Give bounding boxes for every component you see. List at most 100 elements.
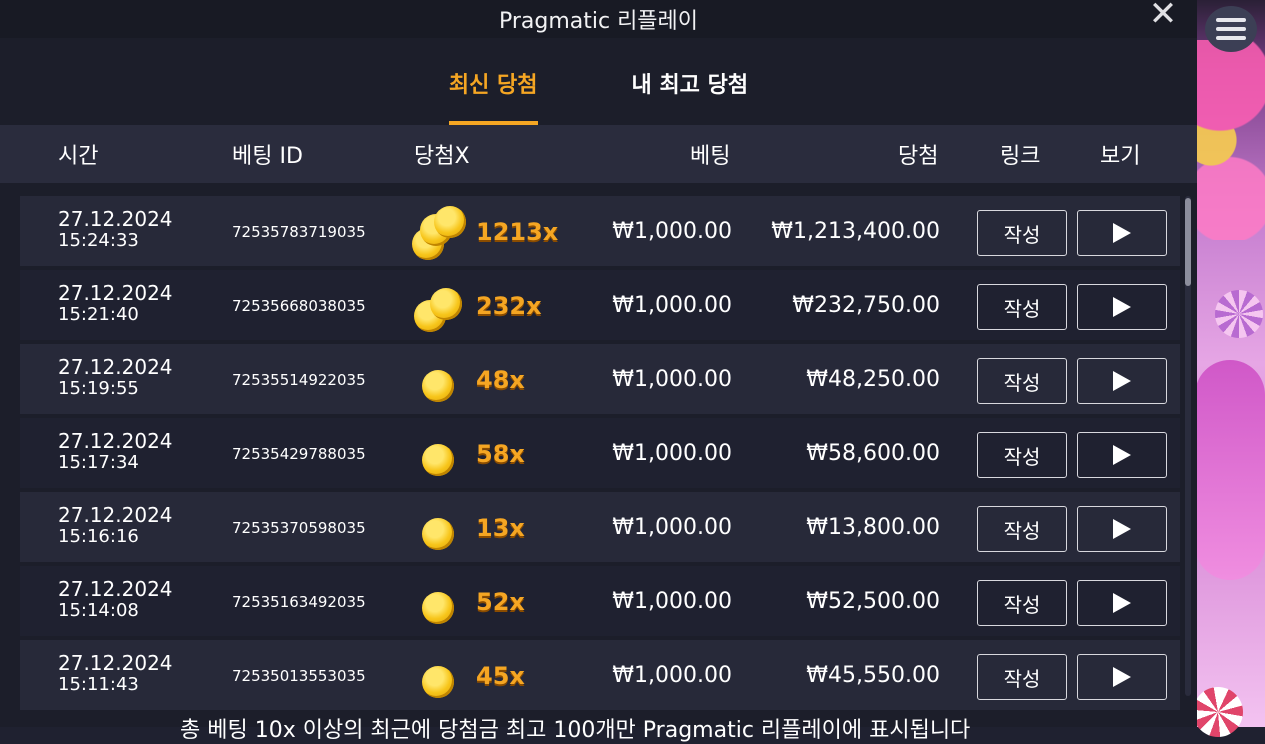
row-multiplier: 45x [476,662,525,690]
play-replay-button[interactable] [1077,358,1167,404]
row-time: 15:11:43 [58,674,139,695]
coin-icon [422,592,454,624]
modal-titlebar: Pragmatic 리플레이 ✕ [0,0,1197,38]
background-game-art [1175,0,1265,737]
row-win-amount: ₩58,600.00 [806,441,940,466]
row-time: 15:21:40 [58,304,139,325]
table-row: 27.12.2024 15:19:55 72535514922035 48x ₩1,00… [20,344,1180,414]
play-replay-button[interactable] [1077,432,1167,478]
row-time: 15:24:33 [58,230,139,251]
row-date: 27.12.2024 [58,355,173,379]
play-icon [1113,297,1131,317]
row-bet-amount: ₩1,000.00 [612,663,732,688]
menu-button[interactable] [1205,6,1257,52]
table-row: 27.12.2024 15:11:43 72535013553035 45x ₩1,00… [20,640,1180,710]
row-bet-id: 72535370598035 [232,519,366,537]
row-bet-id: 72535429788035 [232,445,366,463]
play-replay-button[interactable] [1077,284,1167,330]
table-row: 27.12.2024 15:16:16 72535370598035 13x ₩1,00… [20,492,1180,562]
create-link-button[interactable]: 작성 [977,210,1067,256]
row-multiplier: 48x [476,366,525,394]
row-date: 27.12.2024 [58,207,173,231]
tab-latest-wins[interactable]: 최신 당첨 [448,67,538,125]
table-row: 27.12.2024 15:17:34 72535429788035 58x ₩1,00… [20,418,1180,488]
row-bet-amount: ₩1,000.00 [612,293,732,318]
row-bet-amount: ₩1,000.00 [612,219,732,244]
modal-title: Pragmatic 리플레이 [498,9,699,34]
table-body: 27.12.2024 15:24:33 72535783719035 1213x ₩1,… [20,196,1180,714]
row-bet-id: 72535163492035 [232,593,366,611]
row-bet-amount: ₩1,000.00 [612,515,732,540]
column-header-bet-id: 베팅 ID [232,144,303,169]
row-date: 27.12.2024 [58,281,173,305]
close-icon[interactable]: ✕ [1147,0,1179,31]
coin-icon [412,654,468,702]
play-icon [1113,445,1131,465]
row-win-amount: ₩13,800.00 [806,515,940,540]
create-link-button[interactable]: 작성 [977,580,1067,626]
play-icon [1113,371,1131,391]
row-win-amount: ₩1,213,400.00 [771,219,940,244]
play-replay-button[interactable] [1077,580,1167,626]
menu-icon [1216,18,1246,22]
create-link-button[interactable]: 작성 [977,654,1067,700]
row-date: 27.12.2024 [58,651,173,675]
column-header-link: 링크 [1000,144,1041,169]
row-time: 15:19:55 [58,378,139,399]
play-icon [1113,519,1131,539]
column-header-time: 시간 [58,144,99,169]
play-icon [1113,667,1131,687]
create-link-button[interactable]: 작성 [977,432,1067,478]
row-bet-id: 72535013553035 [232,667,366,685]
row-date: 27.12.2024 [58,503,173,527]
create-link-button[interactable]: 작성 [977,358,1067,404]
tab-my-top-wins[interactable]: 내 최고 당첨 [632,67,749,125]
row-bet-amount: ₩1,000.00 [612,589,732,614]
column-header-view: 보기 [1100,144,1141,169]
row-date: 27.12.2024 [58,429,173,453]
play-replay-button[interactable] [1077,210,1167,256]
create-link-button[interactable]: 작성 [977,284,1067,330]
row-bet-id: 72535514922035 [232,371,366,389]
row-multiplier: 13x [476,514,525,542]
row-multiplier: 58x [476,440,525,468]
scrollbar-thumb[interactable] [1185,198,1191,286]
candy-art [1195,360,1265,580]
table-row: 27.12.2024 15:21:40 72535668038035 232x ₩1,0… [20,270,1180,340]
coin-icon [412,580,468,628]
play-replay-button[interactable] [1077,506,1167,552]
play-replay-button[interactable] [1077,654,1167,700]
row-win-amount: ₩52,500.00 [806,589,940,614]
play-icon [1113,223,1131,243]
table-row: 27.12.2024 15:14:08 72535163492035 52x ₩1,00… [20,566,1180,636]
row-date: 27.12.2024 [58,577,173,601]
coin-icon [412,506,468,554]
row-bet-id: 72535783719035 [232,223,366,241]
column-header-bet: 베팅 [690,144,731,169]
column-header-multiplier: 당첨X [414,144,470,169]
row-multiplier: 52x [476,588,525,616]
row-win-amount: ₩45,550.00 [806,663,940,688]
coin-icon [422,518,454,550]
row-time: 15:17:34 [58,452,139,473]
play-icon [1113,593,1131,613]
footer-note: 총 베팅 10x 이상의 최근에 당첨금 최고 100개만 Pragmatic … [180,718,971,743]
coin-icon [430,288,462,320]
row-multiplier: 1213x [476,218,559,246]
row-time: 15:16:16 [58,526,139,547]
coin-icon [412,206,468,260]
row-win-amount: ₩48,250.00 [806,367,940,392]
row-bet-amount: ₩1,000.00 [612,367,732,392]
row-win-amount: ₩232,750.00 [792,293,940,318]
coin-icon [434,206,466,238]
row-multiplier: 232x [476,292,542,320]
coin-icon [422,370,454,402]
table-header: 시간 베팅 ID 당첨X 베팅 당첨 링크 보기 [0,125,1197,183]
tab-bar: 최신 당첨 내 최고 당첨 [0,38,1197,125]
create-link-button[interactable]: 작성 [977,506,1067,552]
lollipop-art [1215,290,1263,338]
coin-icon [422,666,454,698]
table-row: 27.12.2024 15:24:33 72535783719035 1213x ₩1,… [20,196,1180,266]
coin-icon [422,444,454,476]
column-header-win: 당첨 [898,144,939,169]
